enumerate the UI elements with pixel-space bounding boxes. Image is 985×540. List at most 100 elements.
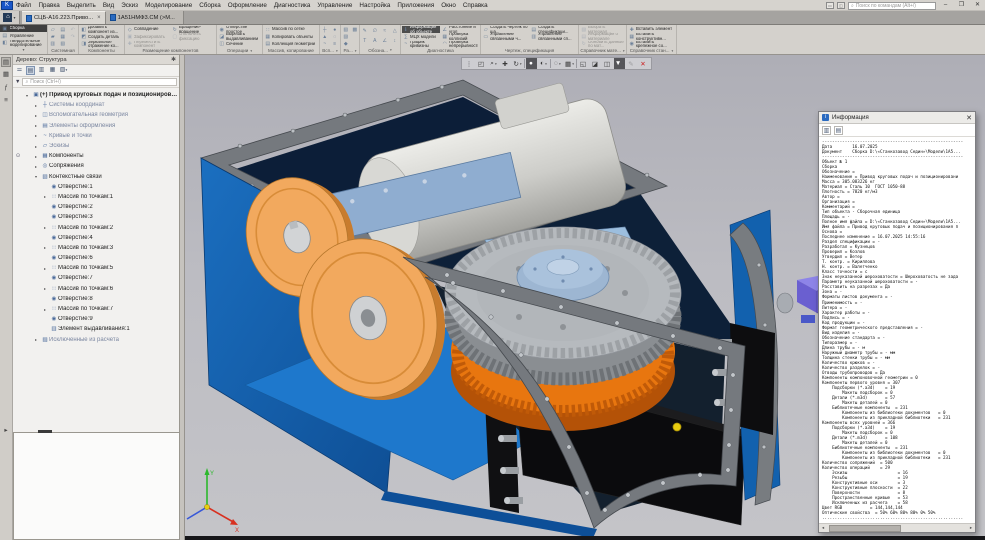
tree-item[interactable]: ▸ ▤ Элементы оформления — [13, 121, 179, 131]
info-report-text[interactable]: ----------------------------------------… — [819, 137, 975, 523]
tree-item[interactable]: ◉ Отверстие:7 — [13, 273, 179, 283]
ribbon-button[interactable]: ◆ — [342, 41, 350, 48]
info-panel-titlebar[interactable]: i Информация ✕ — [819, 112, 975, 124]
menu-item[interactable]: Файл — [16, 2, 31, 9]
ribbon-button[interactable] — [482, 41, 529, 48]
yellow-fitting[interactable] — [673, 423, 681, 431]
ribbon-button[interactable]: ↷ — [69, 33, 78, 40]
viewport-tool-button[interactable]: ◫ — [602, 58, 613, 69]
ribbon-button[interactable]: ~ — [321, 41, 330, 48]
tree-item[interactable]: ◉ Отверстие:1 — [13, 182, 179, 192]
ribbon-button[interactable]: ▱Создать чертеж по ша... — [482, 26, 529, 33]
chevron-down-icon[interactable]: ▾ — [390, 48, 392, 52]
tree-item[interactable]: ▸ ▨ Исключенные из расчета — [13, 335, 179, 345]
ribbon-button[interactable]: ▦ — [59, 33, 68, 40]
ribbon-button[interactable]: ▩ — [351, 26, 359, 33]
ribbon-button[interactable]: ∷Массив по сетке — [264, 26, 318, 33]
close-icon[interactable]: ✕ — [966, 114, 972, 122]
panel-expand-icon[interactable]: ▸ — [1, 426, 11, 436]
menu-item[interactable]: Настройка — [359, 2, 390, 9]
viewport-tool-button[interactable]: ✕ — [638, 58, 649, 69]
viewport-tool-button[interactable] — [550, 59, 551, 68]
tree-item[interactable]: ▾ ▧ Контекстные связи — [13, 172, 179, 182]
ribbon-button[interactable]: ∑МЦХ модели — [402, 33, 440, 40]
tree-item[interactable]: ◉ Отверстие:6 — [13, 253, 179, 263]
menu-item[interactable]: Моделирование — [145, 2, 192, 9]
chevron-down-icon[interactable]: ▾ — [672, 49, 674, 53]
ribbon-button[interactable]: ▣Зафиксировать — [126, 33, 170, 40]
3d-viewport[interactable]: ⋮◰⌕▾✚↻▾●◐▾◌▾▦▾◱◪◫▼▾✎✕ — [185, 55, 985, 540]
viewport-tool-button[interactable]: ✚ — [500, 58, 511, 69]
secondary-panel-tab[interactable] — [38, 430, 52, 433]
command-search-input[interactable]: ⌕ Поиск по командам (Alt+/) — [848, 2, 936, 10]
viewport-tool-button[interactable]: ✎ — [626, 58, 637, 69]
tree-view-mode-button[interactable]: ▧▾ — [59, 66, 68, 75]
ribbon-button[interactable]: ◇Совпадение — [126, 26, 170, 33]
ribbon-button[interactable]: ▭Управление связанными ч... — [482, 33, 529, 40]
ribbon-button[interactable]: ↕ — [391, 36, 400, 46]
ribbon-button[interactable]: ▲ — [321, 33, 330, 40]
ribbon-button[interactable]: ▥ — [49, 41, 58, 48]
windows-icon[interactable]: ◫ — [837, 2, 845, 9]
ribbon-button[interactable]: ▱ — [49, 26, 58, 33]
ribbon-button[interactable]: ℹИнформация об объекте — [402, 26, 440, 33]
ribbon-button[interactable]: ┼ — [321, 26, 330, 33]
ribbon-button[interactable] — [171, 41, 215, 48]
ribbon-button[interactable]: ▢Отключить фиксацию — [171, 33, 215, 40]
ribbon-mode-button[interactable]: ▣ Сборка — [0, 25, 47, 32]
ribbon-button[interactable]: ↻Обновить данные по мат... — [580, 41, 625, 48]
viewport-tool-button[interactable]: ◌▾ — [552, 58, 563, 69]
tree-item[interactable]: ▸ ▱ Эскизы — [13, 141, 179, 151]
tree-item[interactable]: ▸ ∷ Массив по точкам:2 — [13, 222, 179, 232]
menu-item[interactable]: Выделить — [67, 2, 96, 9]
scrollbar-thumb[interactable] — [829, 525, 901, 532]
tree-item[interactable]: ▸ ◫ Вспомогательная геометрия — [13, 110, 179, 120]
ribbon-button[interactable]: ▨Выбрать материал... — [580, 26, 625, 33]
filter-icon[interactable]: ▼ — [15, 79, 20, 85]
ribbon-button[interactable]: ∠ — [381, 36, 390, 46]
tree-item[interactable]: ◉ Отверстие:8 — [13, 294, 179, 304]
panel-switch-icon[interactable]: ▦ — [1, 70, 11, 80]
menu-item[interactable]: Вид — [103, 2, 114, 9]
save-icon[interactable]: ▥ — [822, 126, 831, 135]
tree-item[interactable]: ◉ Отверстие:4 — [13, 233, 179, 243]
housing-bottom-edge[interactable] — [381, 491, 597, 536]
ribbon-button[interactable]: ∠Расстояние и угол — [441, 26, 479, 33]
tree-search-input[interactable]: ⌕ Поиск (Ctrl+/) — [22, 78, 177, 86]
tree-view-mode-button[interactable]: ▥ — [37, 66, 46, 75]
document-tab[interactable]: СЦБ-А16.223.Приво... × — [22, 11, 106, 24]
eye-icon[interactable]: ⊙ — [13, 153, 23, 159]
tree-item[interactable]: ▸ ∷ Массив по точкам:3 — [13, 243, 179, 253]
viewport-tool-button[interactable] — [524, 59, 525, 68]
ribbon-button[interactable]: ∅ — [371, 26, 380, 36]
ribbon-button[interactable]: ▤Коллекция геометрии — [264, 41, 318, 48]
ribbon-button[interactable]: ✚Вставить элемент — [628, 26, 675, 33]
ribbon-button[interactable]: ↶ — [69, 26, 78, 33]
ribbon-button[interactable]: T — [361, 36, 370, 46]
menu-item[interactable]: Эскиз — [121, 2, 138, 9]
tree-item[interactable]: ◉ Отверстие:3 — [13, 212, 179, 222]
chevron-down-icon[interactable]: ▾ — [0, 47, 47, 54]
ribbon-button[interactable]: ▤Создать спецификаци... — [530, 26, 577, 33]
menu-item[interactable]: Справка — [463, 2, 488, 9]
ribbon-button[interactable]: ◉Отверстие простое — [218, 26, 261, 33]
viewport-tool-button[interactable]: ◪ — [590, 58, 601, 69]
layout-icon[interactable]: ▭ — [826, 2, 834, 9]
ribbon-button[interactable]: ◠Проверка непрерывности — [441, 41, 479, 48]
chevron-down-icon[interactable]: ▾ — [355, 49, 357, 53]
ribbon-button[interactable]: ● — [331, 26, 340, 33]
viewport-tool-button[interactable]: ▼▾ — [614, 58, 625, 69]
tree-item[interactable]: ▸ ∷ Массив по точкам:5 — [13, 263, 179, 273]
chevron-down-icon[interactable]: ▾ — [336, 49, 338, 53]
tree-item[interactable]: ▸ ∷ Массив по точкам:7 — [13, 304, 179, 314]
minimize-button[interactable]: – — [939, 1, 952, 10]
tree-view-mode-button[interactable]: ▤ — [26, 66, 35, 75]
tree-item[interactable]: ◉ Отверстие:2 — [13, 202, 179, 212]
ribbon-button[interactable]: △ — [391, 26, 400, 36]
viewport-tool-button[interactable]: ◐▾ — [538, 58, 549, 69]
tree-view-mode-button[interactable]: ⚌ — [15, 66, 24, 75]
tree-item[interactable]: ⊙ ▸ ▦ Компоненты — [13, 151, 179, 161]
document-tab[interactable]: 1А51НМФ3.СМ (>М... — [106, 11, 184, 24]
ribbon-button[interactable]: ✚Переместить компонент — [126, 41, 170, 48]
info-panel-hscrollbar[interactable]: ◂ ▸ — [819, 523, 975, 532]
